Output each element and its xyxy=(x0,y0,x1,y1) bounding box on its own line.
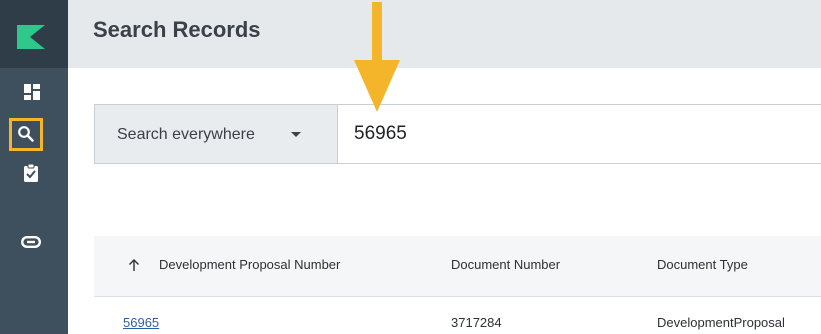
search-icon xyxy=(18,126,34,142)
logo-icon xyxy=(17,25,45,49)
document-number-cell: 3717284 xyxy=(451,315,502,330)
sidebar-item-tasks[interactable] xyxy=(22,163,40,182)
app-logo[interactable] xyxy=(0,0,68,68)
dashboard-icon xyxy=(24,84,40,100)
search-bar: Search everywhere xyxy=(94,104,821,164)
clipboard-check-icon xyxy=(24,163,38,182)
page-title: Search Records xyxy=(93,17,261,42)
page-header: Search Records xyxy=(68,0,821,68)
sidebar-item-search[interactable] xyxy=(17,125,35,143)
column-header-document-number[interactable]: Document Number xyxy=(451,257,560,272)
column-header-development-proposal-number[interactable]: Development Proposal Number xyxy=(159,257,340,272)
sidebar xyxy=(0,0,68,334)
document-type-cell: DevelopmentProposal xyxy=(657,315,785,330)
sort-up-arrow-icon[interactable] xyxy=(128,258,140,272)
search-scope-label: Search everywhere xyxy=(117,126,255,143)
sidebar-item-dashboard[interactable] xyxy=(23,83,41,101)
link-icon xyxy=(21,236,41,248)
results-table-header: Development Proposal Number Document Num… xyxy=(94,236,821,297)
sidebar-item-links[interactable] xyxy=(21,236,41,254)
search-scope-dropdown[interactable]: Search everywhere xyxy=(95,105,338,163)
search-input[interactable] xyxy=(338,105,821,163)
arrow-down-icon xyxy=(354,2,400,112)
caret-down-icon xyxy=(291,132,301,137)
proposal-number-link[interactable]: 56965 xyxy=(123,315,159,330)
column-header-document-type[interactable]: Document Type xyxy=(657,257,748,272)
